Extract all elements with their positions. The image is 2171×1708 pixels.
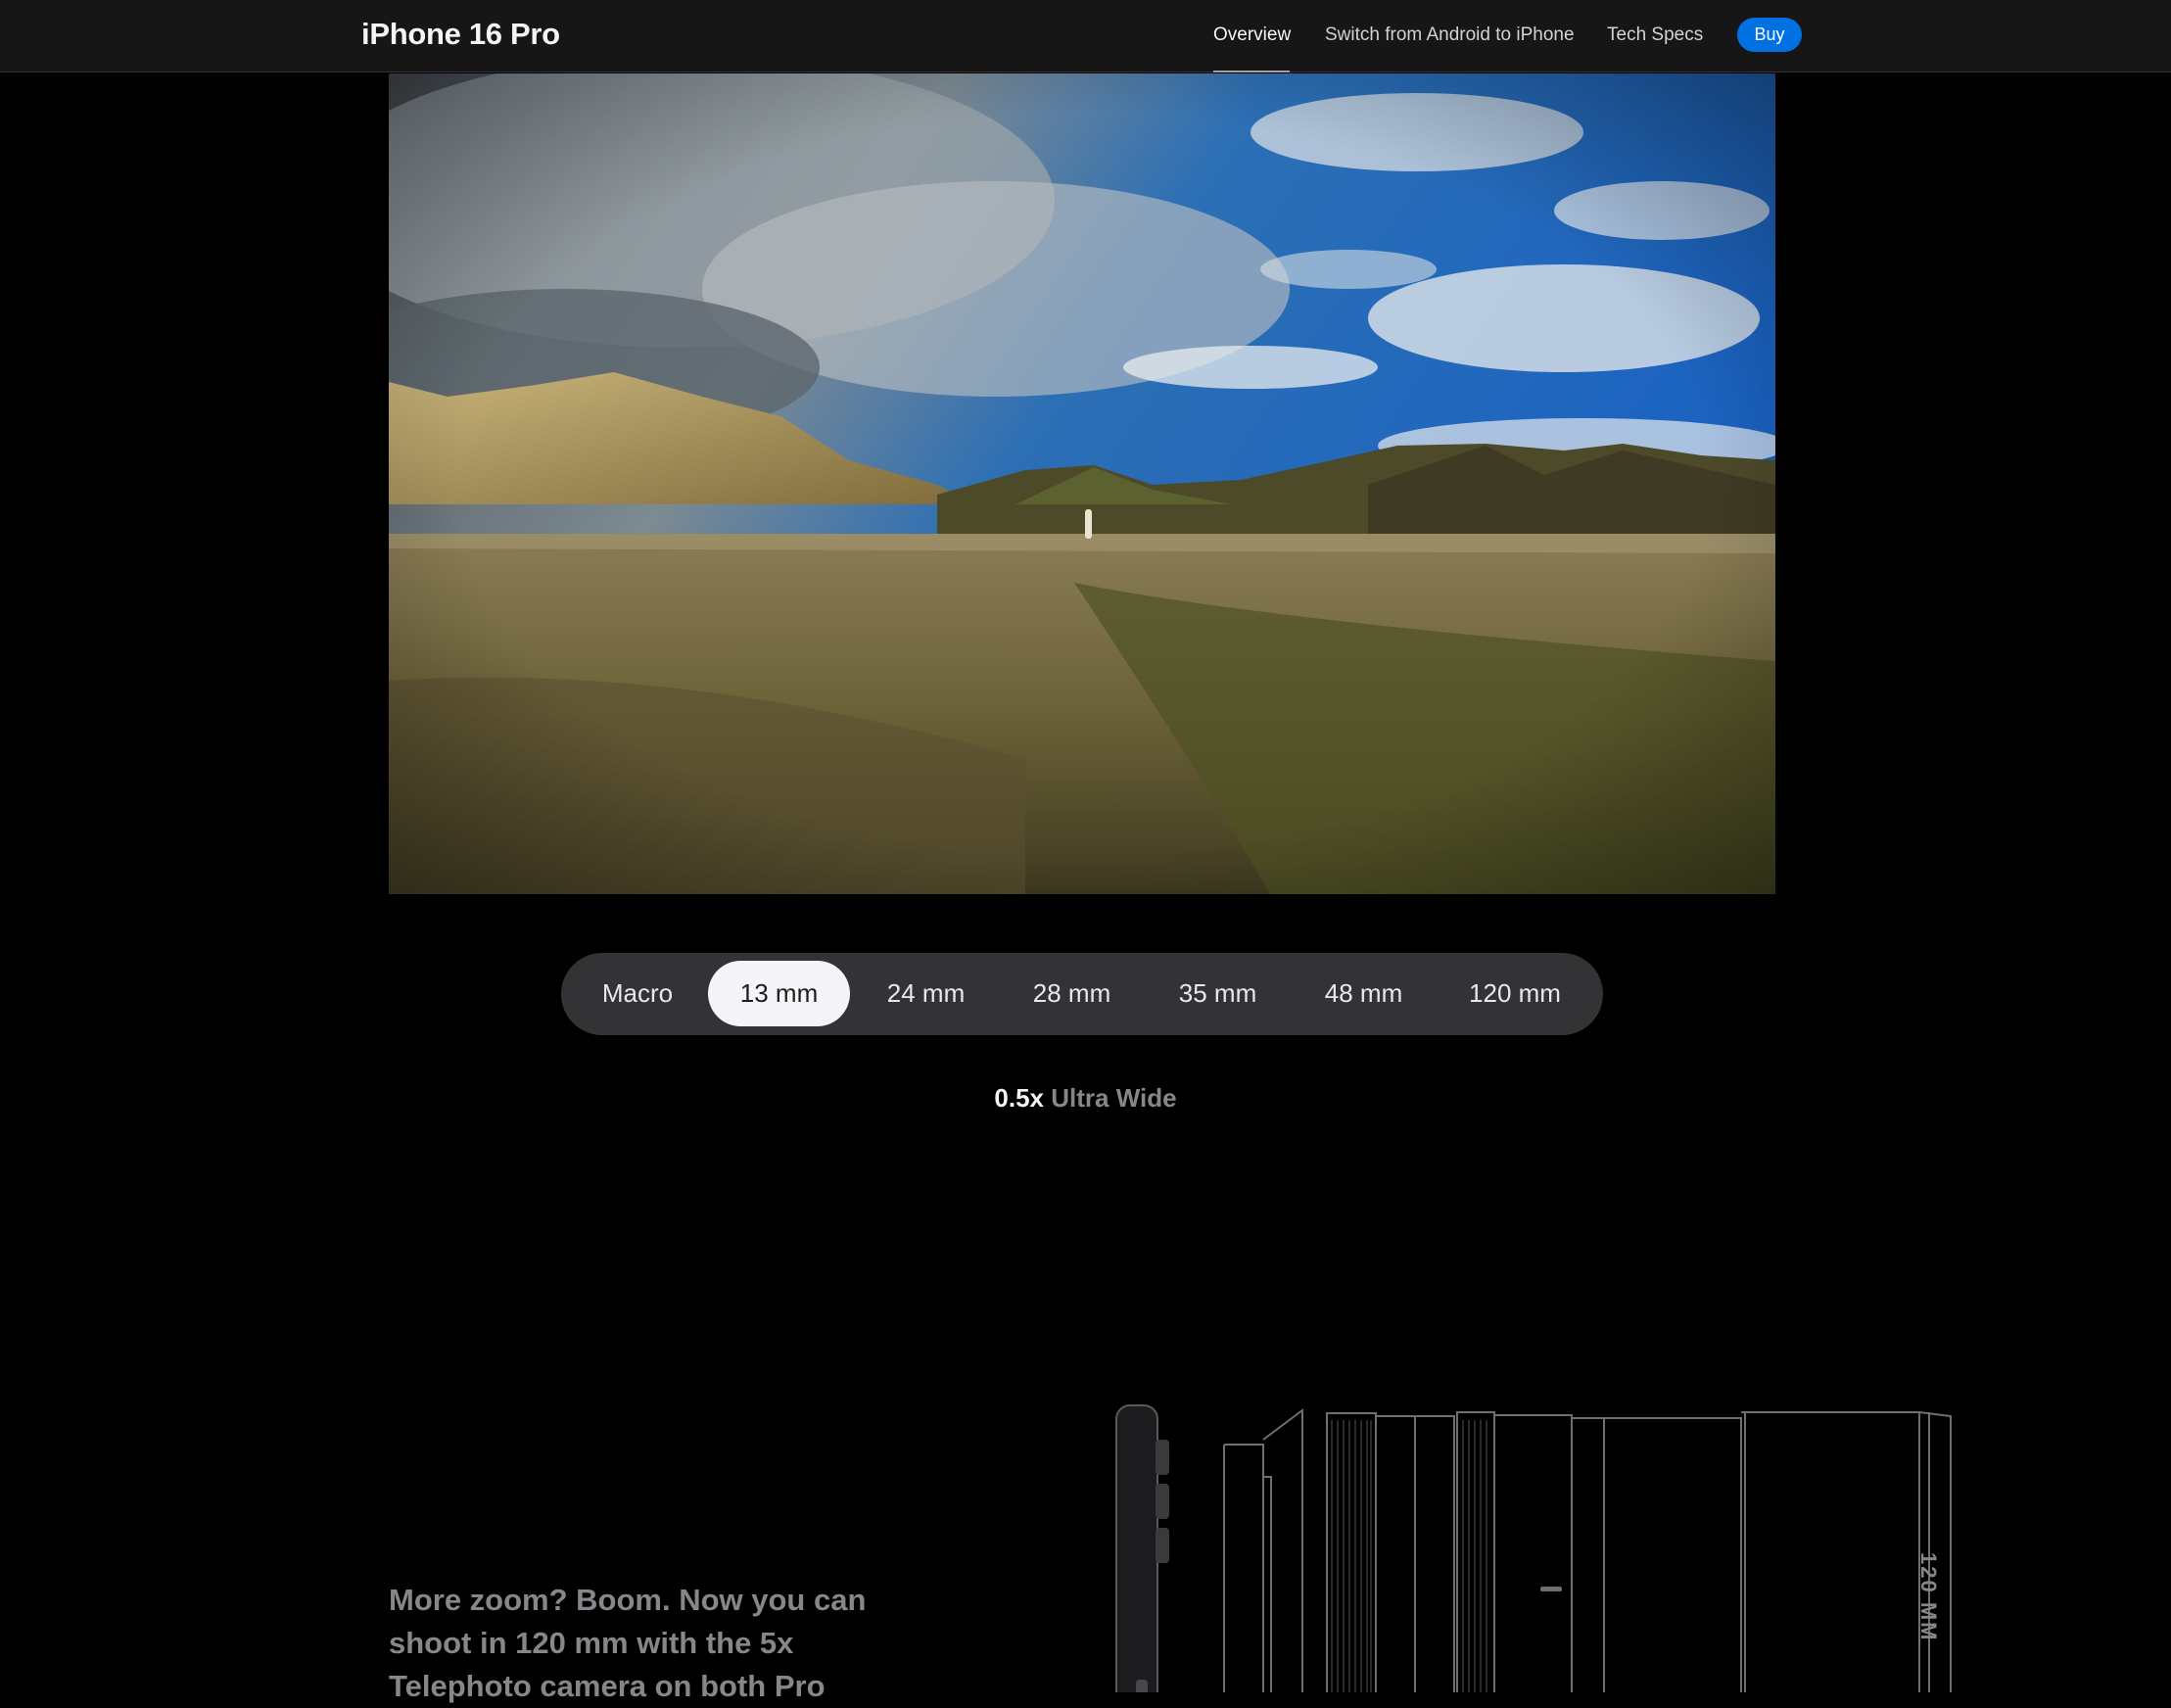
phone-body bbox=[1115, 1404, 1158, 1708]
zoom-caption: 0.5x Ultra Wide bbox=[0, 1083, 2171, 1114]
lens-option-120mm[interactable]: 120 mm bbox=[1439, 961, 1591, 1026]
promo-paragraph: More zoom? Boom. Now you can shoot in 12… bbox=[389, 1583, 867, 1703]
buy-button[interactable]: Buy bbox=[1737, 18, 1802, 52]
lens-selector: Macro 13 mm 24 mm 28 mm 35 mm 48 mm 120 … bbox=[561, 953, 1603, 1035]
landscape-photo bbox=[389, 73, 1775, 894]
lens-option-48mm[interactable]: 48 mm bbox=[1293, 961, 1435, 1026]
global-nav: iPhone 16 Pro Overview Switch from Andro… bbox=[0, 0, 2171, 72]
lens-line-drawing: 120 MM bbox=[1115, 1404, 1952, 1708]
lens-option-13mm[interactable]: 13 mm bbox=[708, 961, 850, 1026]
nav-link-overview[interactable]: Overview bbox=[1213, 24, 1291, 46]
nav-link-switch-android[interactable]: Switch from Android to iPhone bbox=[1325, 24, 1575, 46]
phone-camera-bump bbox=[1156, 1440, 1169, 1475]
telephoto-lens-illustration: 120 MM bbox=[1107, 1391, 2017, 1708]
lens-option-35mm[interactable]: 35 mm bbox=[1147, 961, 1289, 1026]
phone-camera-bump bbox=[1156, 1528, 1169, 1563]
lens-option-macro[interactable]: Macro bbox=[573, 961, 702, 1026]
lens-option-24mm[interactable]: 24 mm bbox=[855, 961, 997, 1026]
lens-switch bbox=[1540, 1587, 1562, 1591]
nav-links: Overview Switch from Android to iPhone T… bbox=[0, 0, 2171, 72]
phone-button bbox=[1136, 1680, 1148, 1708]
lens-label: 120 MM bbox=[1916, 1552, 1941, 1641]
landscape-photo-illustration bbox=[389, 73, 1775, 894]
lens-ribs bbox=[1331, 1420, 1487, 1704]
phone-camera-bump bbox=[1156, 1484, 1169, 1519]
lens-outline bbox=[1223, 1408, 1952, 1708]
lens-name: Ultra Wide bbox=[1051, 1083, 1177, 1113]
active-tab-underline bbox=[1213, 71, 1290, 72]
lens-option-28mm[interactable]: 28 mm bbox=[1001, 961, 1143, 1026]
zoom-level: 0.5x bbox=[994, 1083, 1045, 1113]
nav-link-tech-specs[interactable]: Tech Specs bbox=[1607, 24, 1703, 46]
